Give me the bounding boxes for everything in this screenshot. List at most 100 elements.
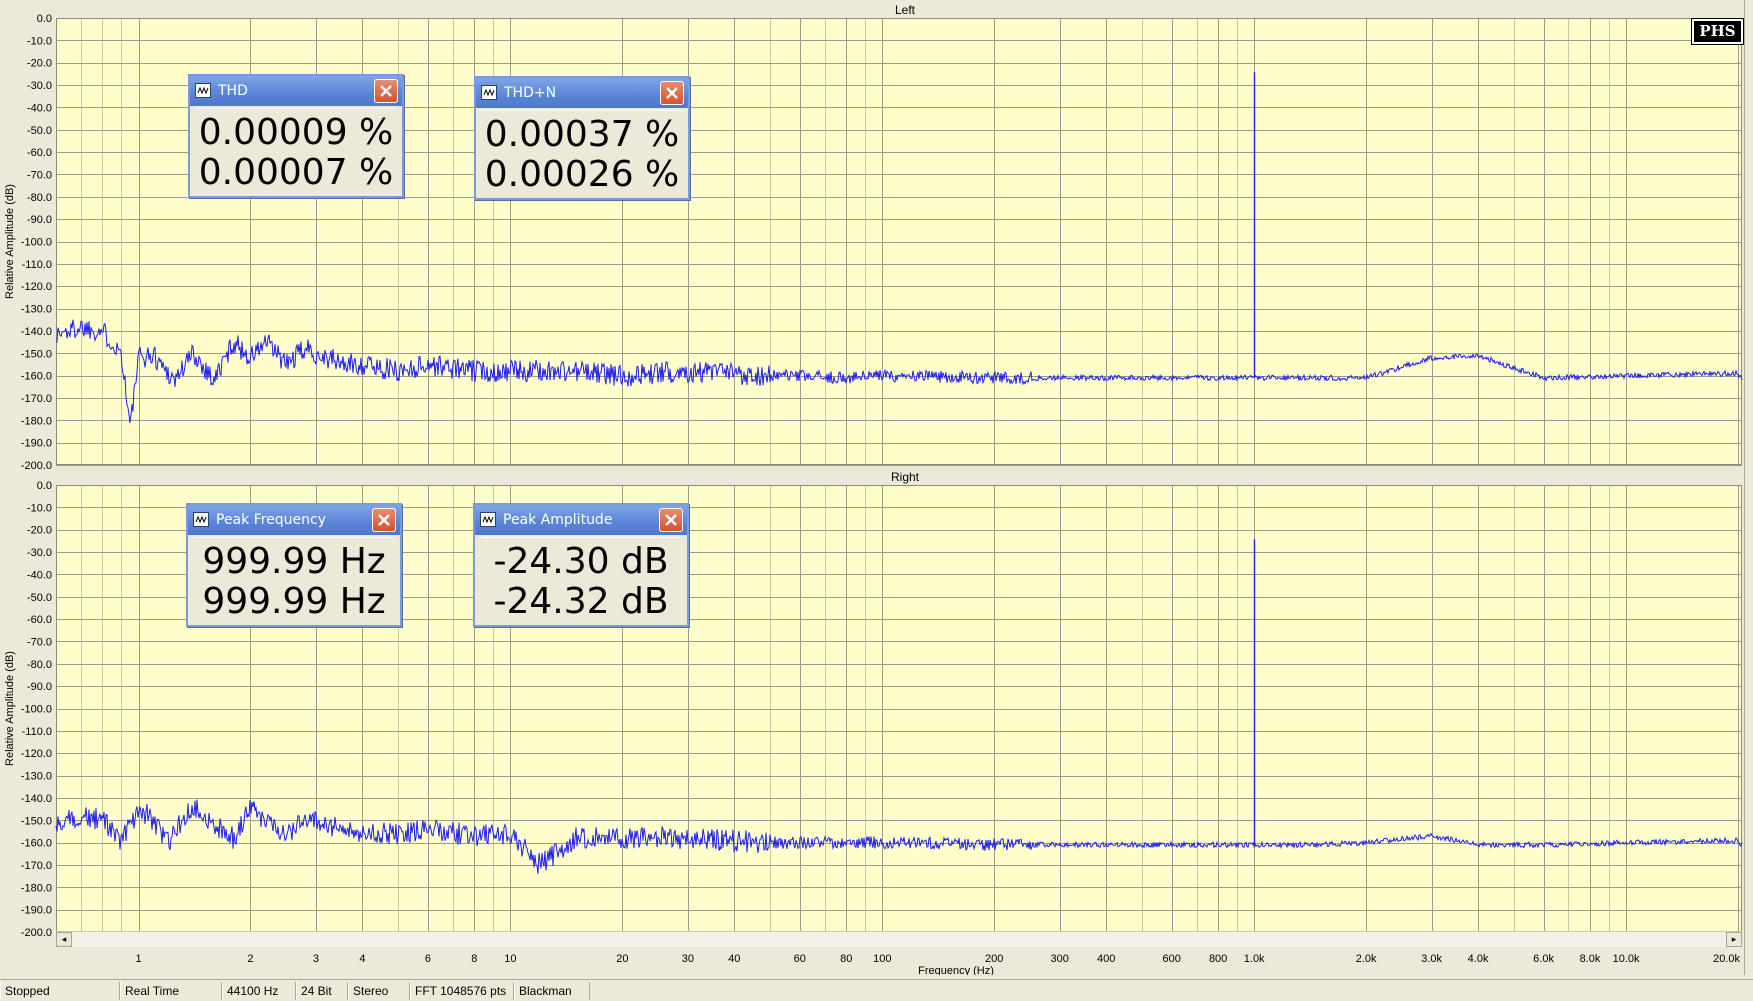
x-tick-label: 8 bbox=[471, 953, 477, 965]
x-tick-label: 20.0k bbox=[1713, 953, 1740, 965]
x-tick-label: 10.0k bbox=[1613, 953, 1640, 965]
x-tick-label: 600 bbox=[1162, 953, 1180, 965]
x-tick-label: 6.0k bbox=[1533, 953, 1554, 965]
close-icon[interactable] bbox=[659, 508, 683, 532]
y-tick-label: -60.0 bbox=[27, 147, 52, 159]
thdn-meter-window[interactable]: THD+N 0.00037 % 0.00026 % bbox=[474, 76, 690, 200]
x-tick-label: 80 bbox=[840, 953, 852, 965]
x-tick-label: 2.0k bbox=[1356, 953, 1377, 965]
peak-amplitude-meter-readout: -24.30 dB -24.32 dB bbox=[481, 537, 681, 622]
y-tick-label: -130.0 bbox=[21, 304, 52, 316]
thd-meter-title: THD bbox=[218, 83, 248, 99]
y-tick-label: -110.0 bbox=[22, 259, 52, 271]
spectrum-analyzer-window: 0.0 -10.0 -20.0 -30.0 -40.0 -50.0 -60.0 -70.0 -8… bbox=[0, 0, 1753, 1001]
y-tick-label: -30.0 bbox=[27, 80, 52, 92]
thd-right-value: 0.00007 % bbox=[198, 152, 394, 193]
y-tick-label: -170.0 bbox=[21, 393, 52, 405]
meter-icon bbox=[195, 83, 211, 98]
thdn-meter-titlebar[interactable]: THD+N bbox=[476, 78, 688, 108]
status-window-function: Blackman bbox=[514, 982, 590, 1000]
y-tick-label: -10.0 bbox=[27, 502, 52, 514]
y-tick-label: -180.0 bbox=[21, 882, 52, 894]
y-tick-label: -120.0 bbox=[21, 281, 52, 293]
y-tick-label: -20.0 bbox=[27, 525, 52, 537]
y-tick-label: -180.0 bbox=[21, 415, 52, 427]
y-tick-label: -40.0 bbox=[27, 102, 52, 114]
thd-meter-readout: 0.00009 % 0.00007 % bbox=[196, 108, 396, 193]
peak-amplitude-meter-window[interactable]: Peak Amplitude -24.30 dB -24.32 dB bbox=[473, 503, 689, 627]
y-tick-label: -10.0 bbox=[27, 35, 52, 47]
x-tick-label: 20 bbox=[616, 953, 628, 965]
x-tick-label: 4.0k bbox=[1468, 953, 1489, 965]
x-tick-label: 10 bbox=[504, 953, 516, 965]
y-tick-label: -80.0 bbox=[27, 192, 52, 204]
y-tick-label: -190.0 bbox=[21, 438, 52, 450]
y-tick-label: -150.0 bbox=[21, 815, 52, 827]
close-icon[interactable] bbox=[660, 81, 684, 105]
vertical-scrollbar[interactable] bbox=[1744, 0, 1753, 975]
status-channels: Stereo bbox=[348, 982, 410, 1000]
peak-amplitude-meter-title: Peak Amplitude bbox=[503, 512, 613, 528]
status-fft-size: FFT 1048576 pts bbox=[410, 982, 514, 1000]
y-tick-label: -70.0 bbox=[27, 636, 52, 648]
y-tick-label: 0.0 bbox=[37, 480, 52, 492]
close-icon[interactable] bbox=[372, 508, 396, 532]
x-tick-label: 200 bbox=[985, 953, 1003, 965]
y-axis-label: Relative Amplitude (dB) bbox=[4, 184, 16, 299]
x-tick-label: 6 bbox=[425, 953, 431, 965]
thd-meter-window[interactable]: THD 0.00009 % 0.00007 % bbox=[188, 74, 404, 198]
phs-logo-text: PHS bbox=[1699, 22, 1736, 40]
close-icon[interactable] bbox=[374, 79, 398, 103]
y-tick-label: -90.0 bbox=[27, 214, 52, 226]
peak-amplitude-meter-titlebar[interactable]: Peak Amplitude bbox=[475, 505, 687, 535]
horizontal-scrollbar[interactable]: ◂ ▸ bbox=[56, 931, 1742, 947]
peak-frequency-meter-titlebar[interactable]: Peak Frequency bbox=[188, 505, 400, 535]
peak-frequency-right-value: 999.99 Hz bbox=[202, 581, 386, 622]
x-tick-label: 800 bbox=[1209, 953, 1227, 965]
x-tick-label: 3 bbox=[313, 953, 319, 965]
meter-icon bbox=[481, 85, 497, 100]
y-tick-label: -150.0 bbox=[21, 348, 52, 360]
thdn-meter-title: THD+N bbox=[504, 85, 557, 101]
chevron-left-icon: ◂ bbox=[61, 934, 67, 944]
scroll-left-button[interactable]: ◂ bbox=[56, 932, 72, 947]
peak-frequency-left-value: 999.99 Hz bbox=[202, 541, 386, 582]
x-axis-label: Frequency (Hz) bbox=[918, 965, 994, 975]
y-tick-label: -200.0 bbox=[21, 927, 52, 939]
y-tick-label: -160.0 bbox=[21, 371, 52, 383]
y-tick-label: -60.0 bbox=[27, 614, 52, 626]
peak-frequency-meter-window[interactable]: Peak Frequency 999.99 Hz 999.99 Hz bbox=[186, 503, 402, 627]
y-tick-label: -140.0 bbox=[21, 326, 52, 338]
y-tick-label: -100.0 bbox=[21, 704, 52, 716]
phs-logo: PHS bbox=[1692, 19, 1743, 44]
x-tick-label: 8.0k bbox=[1580, 953, 1601, 965]
y-tick-label: -50.0 bbox=[27, 592, 52, 604]
peak-frequency-meter-readout: 999.99 Hz 999.99 Hz bbox=[194, 537, 394, 622]
meter-icon bbox=[480, 512, 496, 527]
y-tick-label: -70.0 bbox=[27, 169, 52, 181]
x-tick-label: 1 bbox=[135, 953, 141, 965]
x-tick-label: 400 bbox=[1097, 953, 1115, 965]
scroll-right-button[interactable]: ▸ bbox=[1726, 932, 1742, 947]
y-tick-label: -100.0 bbox=[21, 237, 52, 249]
x-tick-label: 2 bbox=[247, 953, 253, 965]
y-tick-label: -200.0 bbox=[21, 460, 52, 472]
x-tick-label: 300 bbox=[1051, 953, 1069, 965]
y-tick-label: -110.0 bbox=[22, 726, 52, 738]
y-tick-label: -120.0 bbox=[21, 748, 52, 760]
x-tick-label: 1.0k bbox=[1244, 953, 1265, 965]
y-tick-label: -50.0 bbox=[27, 125, 52, 137]
y-tick-label: -40.0 bbox=[27, 569, 52, 581]
thd-meter-titlebar[interactable]: THD bbox=[190, 76, 402, 106]
y-tick-label: -160.0 bbox=[21, 838, 52, 850]
y-tick-label: -80.0 bbox=[27, 659, 52, 671]
x-tick-label: 100 bbox=[873, 953, 891, 965]
thdn-left-value: 0.00037 % bbox=[484, 114, 680, 155]
y-tick-label: -140.0 bbox=[21, 793, 52, 805]
x-tick-label: 60 bbox=[794, 953, 806, 965]
x-tick-label: 4 bbox=[359, 953, 365, 965]
status-sample-rate: 44100 Hz bbox=[222, 982, 296, 1000]
status-bar: Stopped Real Time 44100 Hz 24 Bit Stereo… bbox=[0, 979, 1753, 1001]
thdn-right-value: 0.00026 % bbox=[484, 154, 680, 195]
status-mode: Real Time bbox=[120, 982, 222, 1000]
